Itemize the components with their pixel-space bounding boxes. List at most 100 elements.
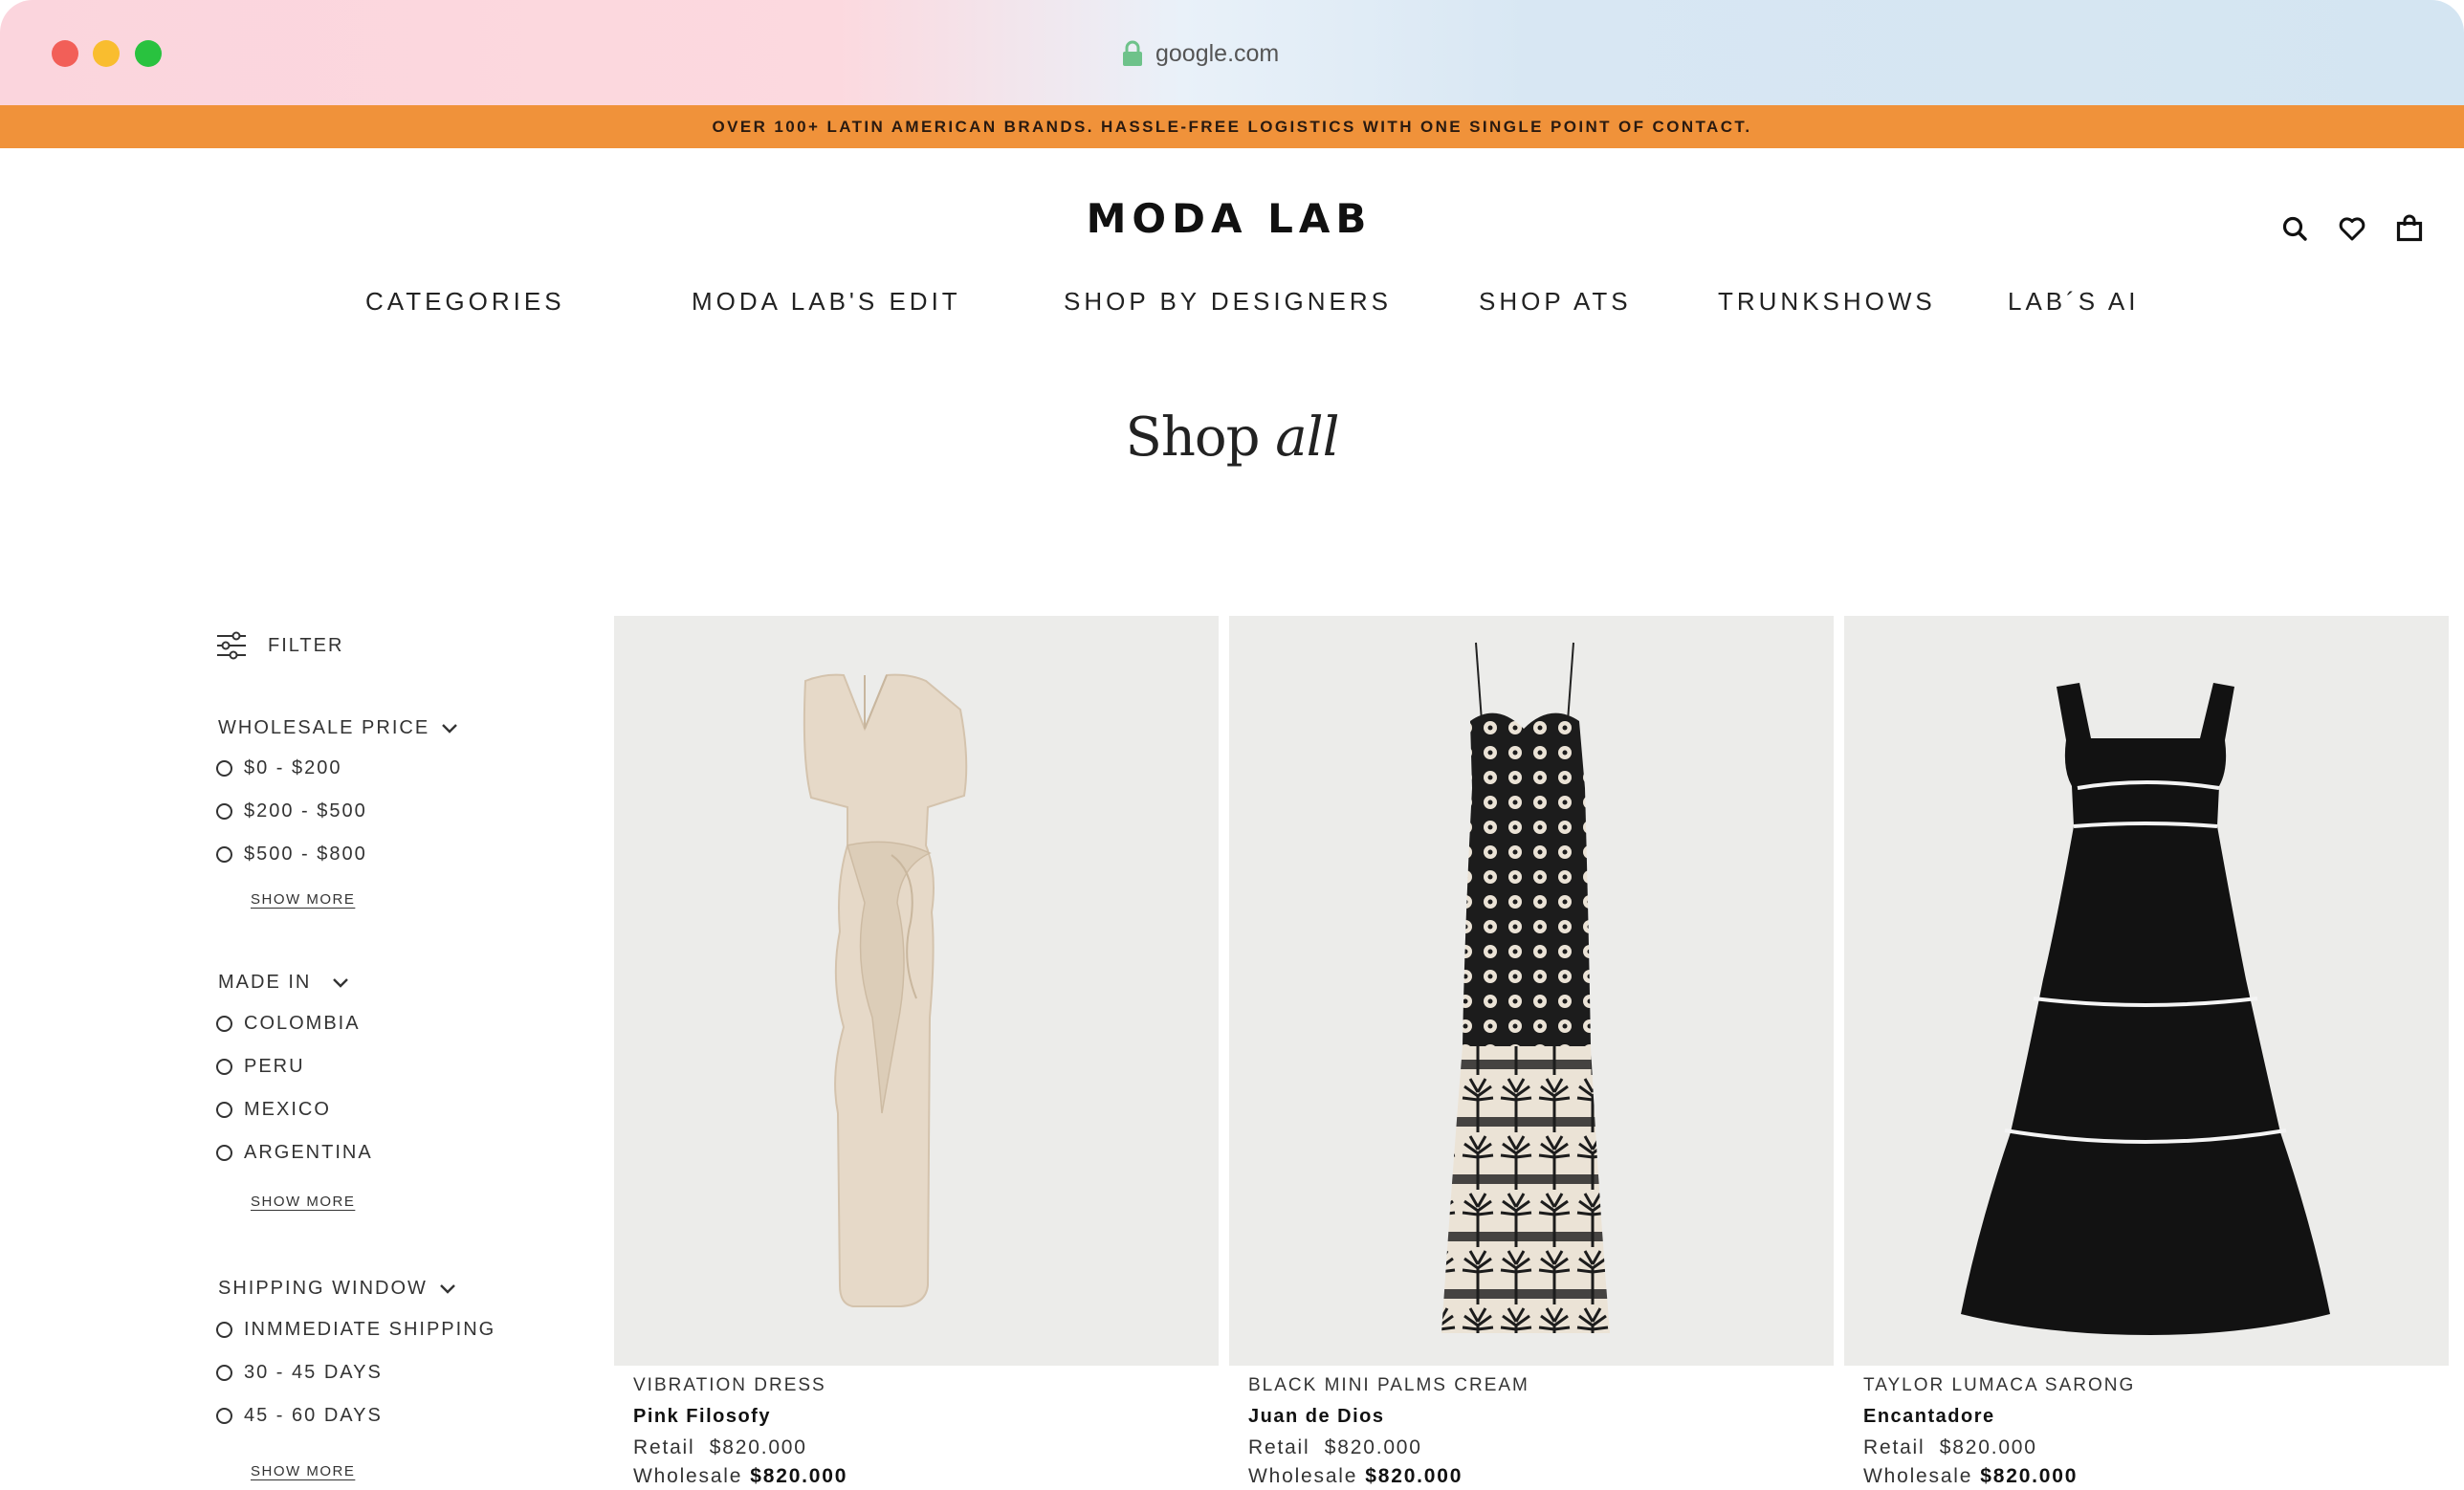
filter-label: FILTER bbox=[268, 634, 344, 656]
radio-button[interactable] bbox=[216, 1322, 232, 1338]
retail-value: $820.000 bbox=[709, 1436, 807, 1458]
product-title[interactable]: BLACK MINI PALMS CREAM bbox=[1248, 1375, 1529, 1396]
filter-group-shipping-window[interactable]: SHIPPING WINDOW bbox=[218, 1278, 456, 1300]
page-title: Shop all bbox=[1041, 406, 1423, 469]
filter-toggle[interactable]: FILTER bbox=[216, 631, 343, 660]
filter-option[interactable]: COLOMBIA bbox=[216, 1013, 361, 1035]
filter-option-label: $200 - $500 bbox=[244, 800, 367, 822]
nav-item-labs-ai[interactable]: LAB´S AI bbox=[2008, 287, 2140, 317]
browser-title-bar: google.com bbox=[0, 0, 2464, 105]
site-logo[interactable]: MODA LAB bbox=[1043, 195, 1416, 242]
filter-option-label: $0 - $200 bbox=[244, 757, 342, 778]
promo-text: OVER 100+ LATIN AMERICAN BRANDS. HASSLE-… bbox=[712, 117, 1752, 136]
window-maximize-button[interactable] bbox=[135, 40, 162, 67]
retail-price: Retail $820.000 bbox=[1863, 1436, 2037, 1459]
filter-option[interactable]: 30 - 45 DAYS bbox=[216, 1362, 383, 1384]
radio-button[interactable] bbox=[216, 1016, 232, 1032]
wholesale-price: Wholesale $820.000 bbox=[1863, 1465, 2078, 1488]
wholesale-value: $820.000 bbox=[750, 1465, 848, 1487]
show-more-link[interactable]: SHOW MORE bbox=[251, 891, 355, 908]
product-brand[interactable]: Pink Filosofy bbox=[633, 1406, 771, 1428]
filter-option-label: PERU bbox=[244, 1056, 305, 1077]
product-card[interactable]: BLACK MINI PALMS CREAM Juan de Dios Reta… bbox=[1229, 616, 1834, 1487]
filter-option[interactable]: INMMEDIATE SHIPPING bbox=[216, 1319, 495, 1341]
filter-option-label: 45 - 60 DAYS bbox=[244, 1405, 383, 1426]
chevron-down-icon bbox=[440, 1283, 455, 1294]
radio-button[interactable] bbox=[216, 846, 232, 863]
filter-option-label: COLOMBIA bbox=[244, 1013, 361, 1034]
filter-group-title: WHOLESALE PRICE bbox=[218, 717, 430, 738]
search-icon[interactable] bbox=[2280, 214, 2309, 243]
retail-label: Retail bbox=[1248, 1436, 1310, 1458]
product-title[interactable]: VIBRATION DRESS bbox=[633, 1375, 826, 1396]
wholesale-label: Wholesale bbox=[1248, 1465, 1358, 1487]
product-image[interactable] bbox=[1229, 616, 1834, 1366]
filter-option-label: INMMEDIATE SHIPPING bbox=[244, 1319, 496, 1340]
show-more-link[interactable]: SHOW MORE bbox=[251, 1194, 355, 1210]
product-card[interactable]: VIBRATION DRESS Pink Filosofy Retail $82… bbox=[614, 616, 1219, 1487]
filter-option-label: MEXICO bbox=[244, 1099, 331, 1120]
radio-button[interactable] bbox=[216, 1365, 232, 1381]
wholesale-value: $820.000 bbox=[1980, 1465, 2079, 1487]
product-brand[interactable]: Juan de Dios bbox=[1248, 1406, 1384, 1428]
nav-item-categories[interactable]: CATEGORIES bbox=[365, 287, 565, 317]
filter-option[interactable]: 45 - 60 DAYS bbox=[216, 1405, 383, 1427]
wholesale-label: Wholesale bbox=[1863, 1465, 1973, 1487]
show-more-link[interactable]: SHOW MORE bbox=[251, 1463, 355, 1479]
retail-price: Retail $820.000 bbox=[633, 1436, 807, 1459]
chevron-down-icon bbox=[442, 723, 458, 734]
nav-item-moda-labs-edit[interactable]: MODA LAB'S EDIT bbox=[692, 287, 961, 317]
product-brand[interactable]: Encantadore bbox=[1863, 1406, 1995, 1428]
address-bar[interactable]: google.com bbox=[1121, 36, 1279, 71]
url-text: google.com bbox=[1155, 39, 1280, 67]
filter-option[interactable]: $0 - $200 bbox=[216, 757, 342, 779]
page-title-regular: Shop bbox=[1125, 406, 1260, 469]
product-image[interactable] bbox=[614, 616, 1219, 1366]
nav-item-shop-by-designers[interactable]: SHOP BY DESIGNERS bbox=[1064, 287, 1392, 317]
retail-label: Retail bbox=[633, 1436, 695, 1458]
radio-button[interactable] bbox=[216, 760, 232, 777]
filter-option[interactable]: ARGENTINA bbox=[216, 1142, 373, 1164]
radio-button[interactable] bbox=[216, 803, 232, 820]
product-card[interactable]: TAYLOR LUMACA SARONG Encantadore Retail … bbox=[1844, 616, 2449, 1487]
chevron-down-icon bbox=[333, 977, 349, 988]
retail-price: Retail $820.000 bbox=[1248, 1436, 1422, 1459]
radio-button[interactable] bbox=[216, 1059, 232, 1075]
window-close-button[interactable] bbox=[52, 40, 78, 67]
product-image[interactable] bbox=[1844, 616, 2449, 1366]
radio-button[interactable] bbox=[216, 1145, 232, 1161]
lock-icon bbox=[1123, 40, 1142, 66]
main-nav: CATEGORIES MODA LAB'S EDIT SHOP BY DESIG… bbox=[0, 287, 2464, 325]
filter-option-label: $500 - $800 bbox=[244, 844, 367, 865]
shopping-bag-icon[interactable] bbox=[2395, 214, 2424, 243]
filter-option-label: 30 - 45 DAYS bbox=[244, 1362, 383, 1383]
filter-option[interactable]: PERU bbox=[216, 1056, 305, 1078]
page-title-italic: all bbox=[1275, 406, 1339, 469]
heart-icon[interactable] bbox=[2338, 214, 2366, 243]
filter-group-wholesale-price[interactable]: WHOLESALE PRICE bbox=[218, 717, 458, 739]
product-title[interactable]: TAYLOR LUMACA SARONG bbox=[1863, 1375, 2135, 1396]
wholesale-price: Wholesale $820.000 bbox=[1248, 1465, 1463, 1488]
wholesale-value: $820.000 bbox=[1365, 1465, 1463, 1487]
retail-label: Retail bbox=[1863, 1436, 1925, 1458]
retail-value: $820.000 bbox=[1939, 1436, 2037, 1458]
filter-option[interactable]: $200 - $500 bbox=[216, 800, 367, 822]
wholesale-price: Wholesale $820.000 bbox=[633, 1465, 847, 1488]
retail-value: $820.000 bbox=[1324, 1436, 1422, 1458]
filter-group-made-in[interactable]: MADE IN bbox=[218, 972, 349, 994]
filter-group-title: SHIPPING WINDOW bbox=[218, 1278, 428, 1299]
dress-image bbox=[1441, 642, 1610, 1333]
window-minimize-button[interactable] bbox=[93, 40, 120, 67]
radio-button[interactable] bbox=[216, 1408, 232, 1424]
nav-item-shop-ats[interactable]: SHOP ATS bbox=[1479, 287, 1632, 317]
promo-banner: OVER 100+ LATIN AMERICAN BRANDS. HASSLE-… bbox=[0, 105, 2464, 148]
nav-item-trunkshows[interactable]: TRUNKSHOWS bbox=[1718, 287, 1936, 317]
filter-option-label: ARGENTINA bbox=[244, 1142, 373, 1163]
wholesale-label: Wholesale bbox=[633, 1465, 743, 1487]
filter-group-title: MADE IN bbox=[218, 972, 312, 993]
radio-button[interactable] bbox=[216, 1102, 232, 1118]
filter-option[interactable]: MEXICO bbox=[216, 1099, 331, 1121]
sliders-icon bbox=[217, 631, 246, 660]
filter-option[interactable]: $500 - $800 bbox=[216, 844, 367, 866]
dress-image bbox=[1961, 683, 2330, 1335]
